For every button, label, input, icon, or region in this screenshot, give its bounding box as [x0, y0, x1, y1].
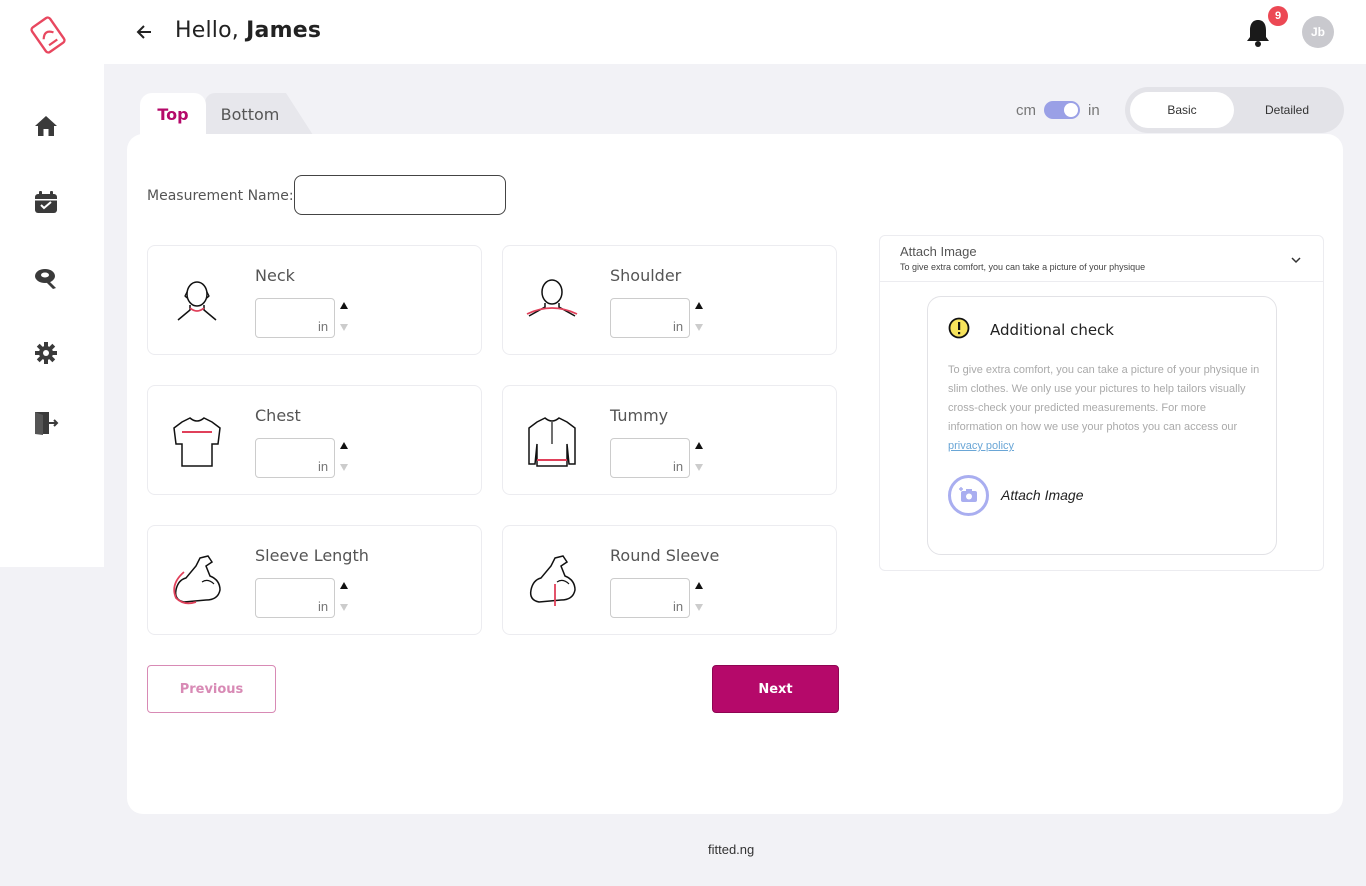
- calendar-check-icon[interactable]: [33, 189, 59, 215]
- privacy-policy-link[interactable]: privacy policy: [948, 440, 1014, 452]
- greeting-prefix: Hello,: [175, 18, 239, 43]
- neck-increment-icon[interactable]: [340, 302, 348, 309]
- shoulder-illustration-icon: [525, 274, 579, 328]
- fitted-logo-icon[interactable]: [28, 14, 68, 56]
- tummy-unit: in: [673, 459, 684, 474]
- round-sleeve-label: Round Sleeve: [610, 546, 720, 565]
- neck-decrement-icon[interactable]: [340, 324, 348, 331]
- unit-in-label: in: [1088, 101, 1100, 119]
- warning-icon: [948, 317, 970, 339]
- top-header: Hello, James 9 Jb: [104, 0, 1366, 64]
- measurement-name-input[interactable]: [294, 175, 506, 215]
- attach-image-title: Attach Image: [900, 244, 977, 259]
- unit-cm-label: cm: [1016, 101, 1036, 119]
- sleeve-length-unit: in: [318, 599, 329, 614]
- page-greeting: Hello, James: [175, 18, 321, 43]
- additional-check-text: To give extra comfort, you can take a pi…: [948, 361, 1260, 456]
- neck-label: Neck: [255, 266, 295, 285]
- footer-text: fitted.ng: [708, 842, 755, 857]
- switch-knob: [1064, 103, 1078, 117]
- measurement-box-shoulder: Shoulder in: [502, 245, 837, 355]
- sleeve-length-arm-icon: [170, 554, 224, 608]
- shoulder-increment-icon[interactable]: [695, 302, 703, 309]
- chest-decrement-icon[interactable]: [340, 464, 348, 471]
- mode-basic-option[interactable]: Basic: [1130, 92, 1234, 128]
- chest-increment-icon[interactable]: [340, 442, 348, 449]
- camera-add-icon: [948, 474, 989, 516]
- unit-toggle: cm in: [1016, 100, 1100, 120]
- avatar[interactable]: Jb: [1302, 16, 1334, 48]
- bell-icon[interactable]: [1245, 17, 1271, 47]
- attach-image-header[interactable]: Attach Image To give extra comfort, you …: [880, 236, 1323, 282]
- chest-unit: in: [318, 459, 329, 474]
- user-name: James: [246, 18, 322, 43]
- neck-illustration-icon: [170, 274, 224, 328]
- tummy-shirt-icon: [525, 414, 579, 468]
- logout-icon[interactable]: [33, 410, 59, 436]
- mode-detailed-option[interactable]: Detailed: [1235, 92, 1339, 128]
- chevron-down-icon[interactable]: [1290, 253, 1302, 265]
- measuring-tape-icon[interactable]: [33, 265, 59, 291]
- sleeve-length-decrement-icon[interactable]: [340, 604, 348, 611]
- additional-check-box: Additional check To give extra comfort, …: [927, 296, 1277, 555]
- round-sleeve-unit: in: [673, 599, 684, 614]
- additional-check-body: To give extra comfort, you can take a pi…: [948, 364, 1260, 433]
- tummy-increment-icon[interactable]: [695, 442, 703, 449]
- round-sleeve-increment-icon[interactable]: [695, 582, 703, 589]
- unit-switch[interactable]: [1044, 101, 1080, 119]
- measurement-name-label: Measurement Name:: [147, 188, 294, 204]
- notification-badge: 9: [1268, 6, 1288, 26]
- round-sleeve-decrement-icon[interactable]: [695, 604, 703, 611]
- round-sleeve-arm-icon: [525, 554, 579, 608]
- shoulder-unit: in: [673, 319, 684, 334]
- back-arrow-icon[interactable]: [136, 22, 154, 42]
- measurement-box-chest: Chest in: [147, 385, 482, 495]
- previous-button[interactable]: Previous: [147, 665, 276, 713]
- sleeve-length-increment-icon[interactable]: [340, 582, 348, 589]
- measurement-box-round-sleeve: Round Sleeve in: [502, 525, 837, 635]
- sleeve-length-label: Sleeve Length: [255, 546, 369, 565]
- tummy-decrement-icon[interactable]: [695, 464, 703, 471]
- next-button[interactable]: Next: [712, 665, 839, 713]
- additional-check-title: Additional check: [990, 321, 1114, 339]
- chest-label: Chest: [255, 406, 301, 425]
- tummy-label: Tummy: [610, 406, 669, 425]
- attach-image-button[interactable]: Attach Image: [948, 474, 1084, 516]
- attach-image-subtitle: To give extra comfort, you can take a pi…: [900, 262, 1146, 272]
- measurement-box-neck: Neck in: [147, 245, 482, 355]
- shoulder-label: Shoulder: [610, 266, 682, 285]
- neck-unit: in: [318, 319, 329, 334]
- shoulder-decrement-icon[interactable]: [695, 324, 703, 331]
- measurement-box-sleeve-length: Sleeve Length in: [147, 525, 482, 635]
- mode-toggle: Basic Detailed: [1125, 87, 1344, 133]
- tab-bottom[interactable]: Bottom: [205, 93, 313, 135]
- gear-icon[interactable]: [33, 340, 59, 366]
- sidebar: [0, 0, 104, 567]
- tab-top[interactable]: Top: [140, 93, 206, 135]
- home-icon[interactable]: [33, 113, 59, 139]
- chest-shirt-icon: [170, 414, 224, 468]
- attach-image-label: Attach Image: [1001, 487, 1084, 503]
- measurement-box-tummy: Tummy in: [502, 385, 837, 495]
